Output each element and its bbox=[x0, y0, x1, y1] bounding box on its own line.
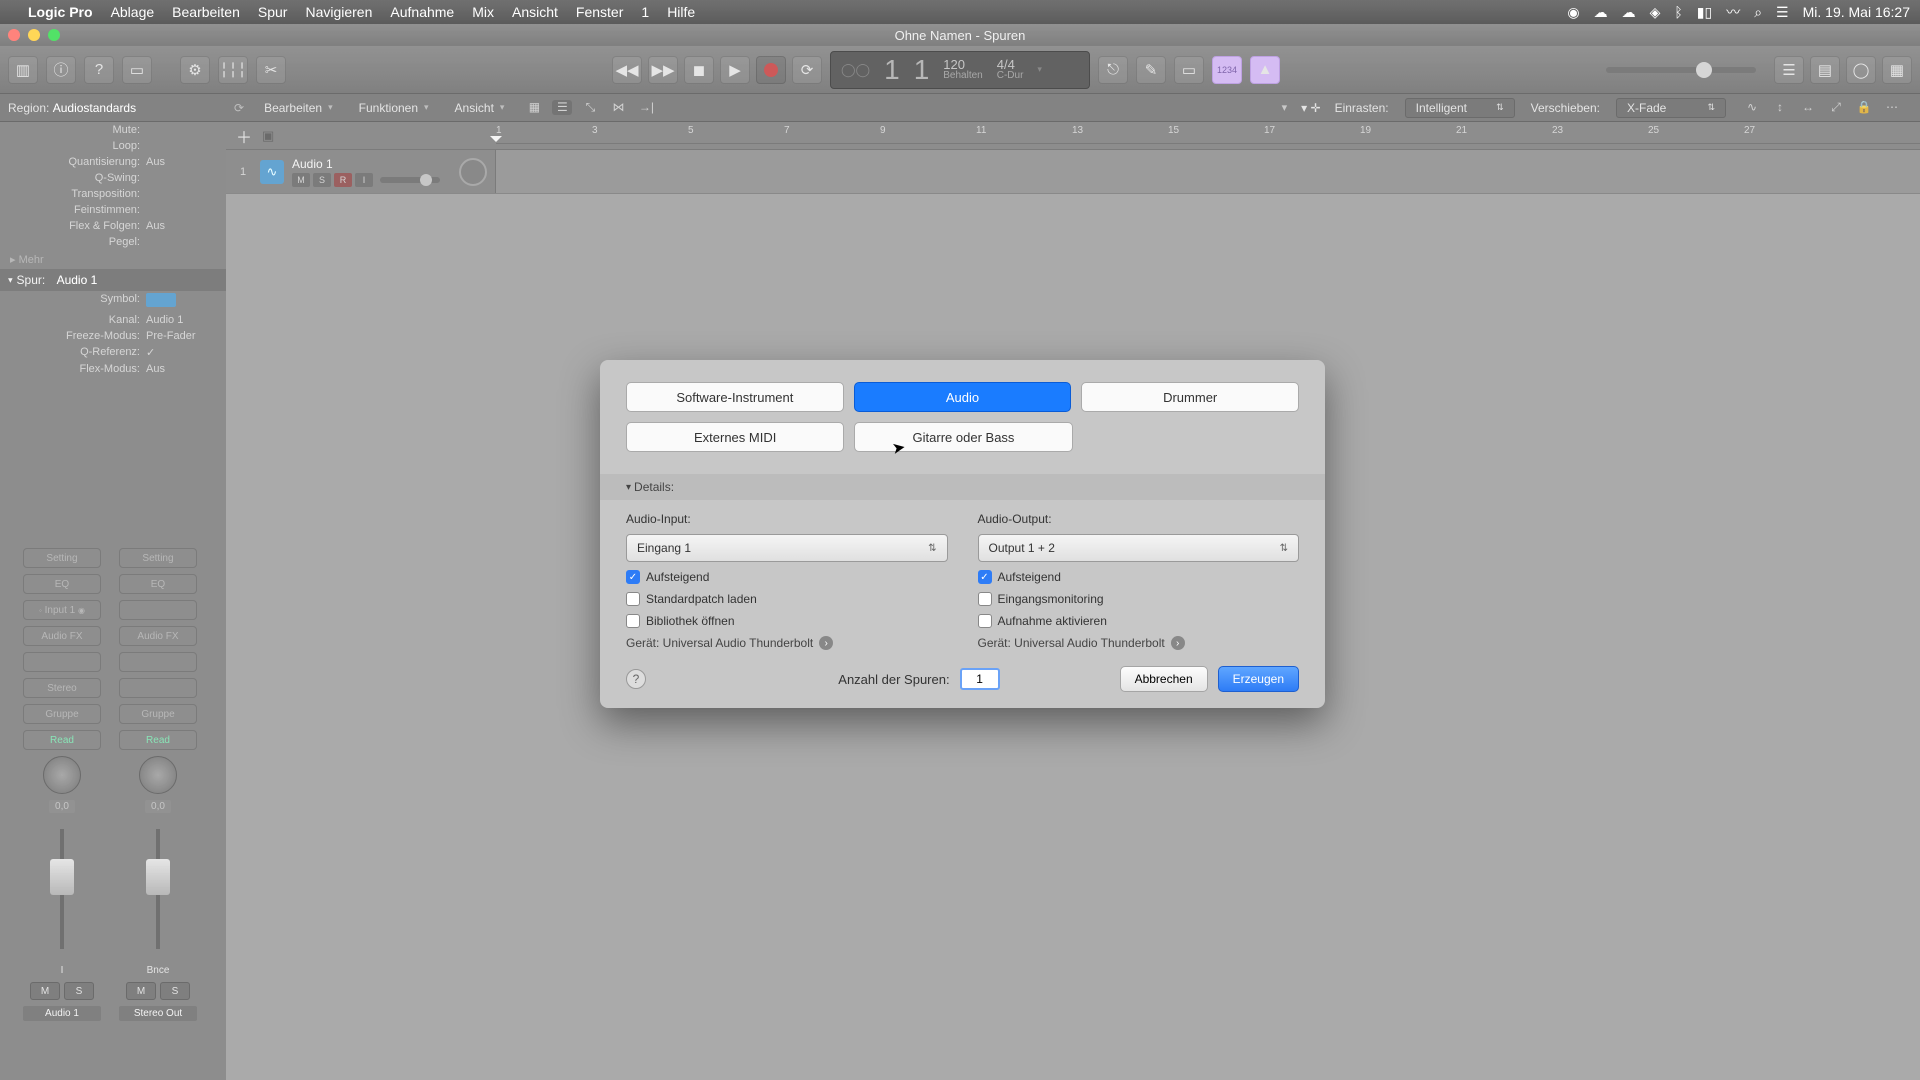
tab-external-midi[interactable]: Externes MIDI bbox=[626, 422, 844, 452]
tab-audio[interactable]: Audio bbox=[854, 382, 1072, 412]
output-device-arrow-icon[interactable]: › bbox=[1171, 636, 1185, 650]
tab-drummer[interactable]: Drummer bbox=[1081, 382, 1299, 412]
audio-output-label: Audio-Output: bbox=[978, 512, 1300, 526]
cb-input-monitoring[interactable] bbox=[978, 592, 992, 606]
details-disclosure[interactable]: Details: bbox=[600, 474, 1325, 500]
output-device: Gerät: Universal Audio Thunderbolt› bbox=[978, 636, 1300, 650]
cb-ascending-out[interactable]: ✓ bbox=[978, 570, 992, 584]
input-device-arrow-icon[interactable]: › bbox=[819, 636, 833, 650]
cb-open-library[interactable] bbox=[626, 614, 640, 628]
track-count-input[interactable] bbox=[960, 668, 1000, 690]
audio-input-label: Audio-Input: bbox=[626, 512, 948, 526]
cancel-button[interactable]: Abbrechen bbox=[1120, 666, 1208, 692]
track-count-label: Anzahl der Spuren: bbox=[838, 672, 949, 687]
new-track-dialog: Software-Instrument Audio Drummer Extern… bbox=[600, 360, 1325, 708]
audio-output-select[interactable]: Output 1 + 2⇅ bbox=[978, 534, 1300, 562]
help-button[interactable]: ? bbox=[626, 669, 646, 689]
tab-software-instrument[interactable]: Software-Instrument bbox=[626, 382, 844, 412]
audio-input-select[interactable]: Eingang 1⇅ bbox=[626, 534, 948, 562]
create-button[interactable]: Erzeugen bbox=[1218, 666, 1299, 692]
cb-ascending-in[interactable]: ✓ bbox=[626, 570, 640, 584]
cb-record-enable[interactable] bbox=[978, 614, 992, 628]
cb-load-default-patch[interactable] bbox=[626, 592, 640, 606]
input-device: Gerät: Universal Audio Thunderbolt› bbox=[626, 636, 948, 650]
tab-guitar-bass[interactable]: Gitarre oder Bass bbox=[854, 422, 1072, 452]
